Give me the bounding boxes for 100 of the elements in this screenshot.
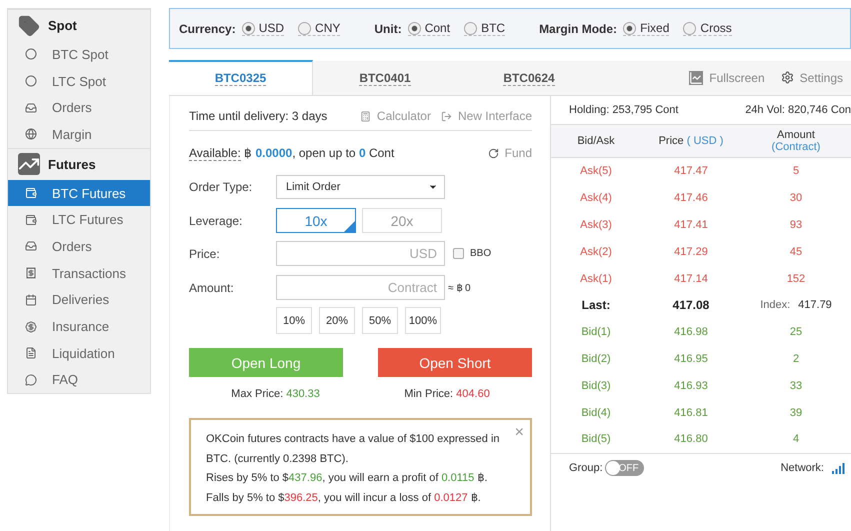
table-cell-text: 416.93 — [673, 380, 709, 392]
sidebar-item[interactable]: Liquidation — [8, 340, 150, 367]
settings-icon — [780, 71, 794, 84]
sidebar-item[interactable]: Deliveries — [8, 286, 150, 314]
radio-option[interactable]: USD — [242, 21, 284, 36]
wallet-icon — [25, 187, 37, 200]
info-text: Rises by 5% to $437.96, you will earn a profit of 0.0115 ฿. — [206, 471, 488, 486]
table-cell-text: 417.41 — [673, 218, 709, 231]
table-cell-text: 152 — [786, 272, 806, 285]
table-cell-text: 416.80 — [673, 433, 709, 446]
percent-button[interactable]: 20% — [319, 307, 355, 334]
radio-option[interactable]: Fixed — [623, 21, 670, 36]
tray-icon — [25, 102, 37, 114]
bbo-label: BBO — [470, 248, 492, 259]
table-cell-text: Ask(4) — [579, 192, 613, 204]
sidebar-item[interactable]: Orders — [8, 94, 150, 122]
export-icon — [440, 110, 452, 122]
table-cell-text: 416.81 — [673, 406, 709, 419]
max-price-text: Max Price: 430.33 — [231, 388, 320, 400]
info-text: Falls by 5% to $396.25, you will incur a loss of 0.0127 ฿. — [206, 490, 482, 506]
settings-button[interactable]: Settings — [780, 70, 843, 84]
document-icon — [25, 347, 37, 360]
table-cell-text: 417.29 — [673, 246, 709, 258]
bbo-checkbox[interactable] — [453, 248, 464, 259]
table-cell-text: Ask(5) — [579, 165, 613, 178]
table-cell-text: 417.14 — [673, 272, 709, 285]
close-button[interactable]: × — [514, 423, 524, 442]
sidebar-item[interactable]: FAQ — [8, 366, 150, 394]
section-title: Spot — [48, 18, 77, 33]
field-label: Amount: — [189, 280, 235, 294]
percent-button[interactable]: 100% — [405, 307, 441, 334]
leverage-option[interactable]: 20x — [362, 208, 442, 233]
contract-tab[interactable]: BTC0624 — [457, 60, 601, 95]
table-cell-text: Ask(3) — [579, 218, 613, 231]
leverage-option[interactable]: 10x — [276, 208, 356, 233]
order-type-select[interactable]: Limit Order — [276, 175, 445, 199]
holding-text: Holding: 253,795 Cont — [569, 104, 678, 116]
option-label: Margin Mode: — [539, 22, 618, 36]
table-cell-text: Bid(2) — [580, 352, 612, 365]
amount-field[interactable]: Contract — [276, 275, 445, 300]
option-label: Unit: — [374, 22, 402, 36]
table-cell-text: Bid(1) — [580, 326, 612, 338]
group-label: Group: — [569, 462, 603, 474]
fund-link[interactable]: Fund — [488, 146, 532, 160]
field-label: Order Type: — [189, 180, 254, 194]
sidebar-item[interactable]: Margin — [8, 121, 150, 148]
table-cell-text: 33 — [788, 380, 804, 392]
radio-option[interactable]: BTC — [464, 21, 506, 36]
table-cell-text: Bid(3) — [580, 380, 612, 392]
signal-icon — [832, 462, 845, 474]
calculator-link[interactable]: Calculator — [360, 109, 431, 123]
chat-icon — [25, 374, 37, 386]
table-cell-text: 417.46 — [673, 192, 709, 204]
sidebar-item[interactable]: Orders — [8, 233, 150, 260]
contract-tab[interactable]: BTC0325 — [169, 60, 313, 95]
table-cell-text: Ask(2) — [579, 246, 613, 258]
sidebar-item[interactable]: LTC Spot — [8, 68, 150, 94]
chart-icon — [689, 70, 704, 84]
sidebar-item[interactable]: LTC Futures — [8, 206, 150, 234]
radio-option[interactable]: Cross — [683, 21, 732, 36]
percent-button[interactable]: 10% — [276, 307, 312, 334]
section-title: Futures — [48, 156, 96, 172]
column-header: Price ( USD ) — [658, 135, 724, 147]
table-cell-text: 4 — [792, 433, 800, 446]
sidebar-item[interactable]: Insurance — [8, 313, 150, 340]
new-interface-link[interactable]: New Interface — [440, 109, 532, 123]
calculator-icon — [360, 110, 371, 122]
option-label: Currency: — [179, 22, 236, 36]
volume-text: 24h Vol: 820,746 Con — [745, 104, 851, 116]
table-cell-text: 5 — [792, 165, 800, 178]
amount-estimate: ≈ ฿ 0 — [448, 282, 471, 294]
fullscreen-button[interactable]: Fullscreen — [689, 70, 765, 84]
open-short-button[interactable]: Open Short — [378, 348, 532, 377]
sidebar-item[interactable]: Transactions — [8, 260, 150, 286]
radio-option[interactable]: Cont — [408, 21, 450, 36]
percent-button[interactable]: 50% — [362, 307, 398, 334]
column-header: Amount (Contract) — [770, 129, 822, 153]
min-price-text: Min Price: 404.60 — [404, 388, 490, 400]
sidebar-item[interactable]: BTC Spot — [8, 41, 150, 68]
group-toggle[interactable]: OFF — [604, 460, 644, 476]
table-cell-text: Ask(1) — [579, 272, 613, 285]
chart-icon — [18, 153, 40, 176]
wallet-icon — [25, 214, 37, 226]
table-cell-text: 416.98 — [673, 326, 709, 338]
tag-icon — [18, 14, 40, 36]
table-cell-text: 39 — [788, 406, 804, 419]
radio-option[interactable]: CNY — [298, 21, 340, 36]
table-cell-text: 417.47 — [673, 165, 709, 178]
table-cell-text: Bid(5) — [580, 433, 612, 446]
available-text: Available: ฿ 0.0000, open up to 0 Cont — [189, 146, 394, 160]
calendar-icon — [25, 294, 37, 306]
table-cell-text: Last: — [580, 298, 612, 312]
sidebar-item[interactable]: BTC Futures — [8, 180, 150, 206]
table-cell-text: 93 — [788, 218, 804, 231]
index-label: Index: — [760, 299, 790, 312]
column-header: Bid/Ask — [576, 135, 616, 147]
field-label: Price: — [189, 246, 221, 260]
price-field[interactable]: USD — [276, 241, 445, 266]
contract-tab[interactable]: BTC0401 — [313, 60, 457, 95]
refresh-icon — [488, 148, 499, 158]
